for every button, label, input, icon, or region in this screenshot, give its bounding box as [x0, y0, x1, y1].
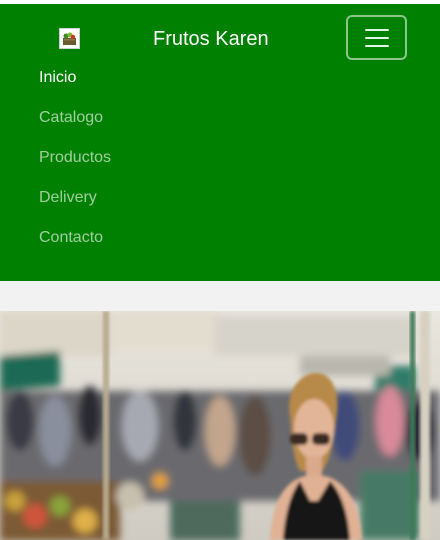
nav-menu: Inicio Catalogo Productos Delivery Conta… — [39, 66, 111, 266]
hero-image — [0, 311, 440, 540]
navbar: Frutos Karen Inicio Catalogo Productos D… — [0, 4, 440, 281]
nav-item-inicio: Inicio — [39, 66, 111, 106]
hamburger-menu-icon — [365, 29, 389, 31]
section-gap — [0, 281, 440, 311]
nav-item-contacto: Contacto — [39, 226, 111, 266]
nav-link-inicio[interactable]: Inicio — [39, 66, 111, 90]
navbar-toggler-button[interactable] — [346, 15, 407, 60]
market-shopper-photo — [0, 311, 440, 540]
nav-item-catalogo: Catalogo — [39, 106, 111, 146]
brand-name[interactable]: Frutos Karen — [153, 27, 269, 51]
nav-link-delivery[interactable]: Delivery — [39, 186, 111, 210]
nav-item-productos: Productos — [39, 146, 111, 186]
nav-link-productos[interactable]: Productos — [39, 146, 111, 170]
fruit-basket-logo-icon[interactable] — [59, 28, 80, 49]
nav-item-delivery: Delivery — [39, 186, 111, 226]
nav-link-contacto[interactable]: Contacto — [39, 226, 111, 250]
nav-link-catalogo[interactable]: Catalogo — [39, 106, 111, 130]
